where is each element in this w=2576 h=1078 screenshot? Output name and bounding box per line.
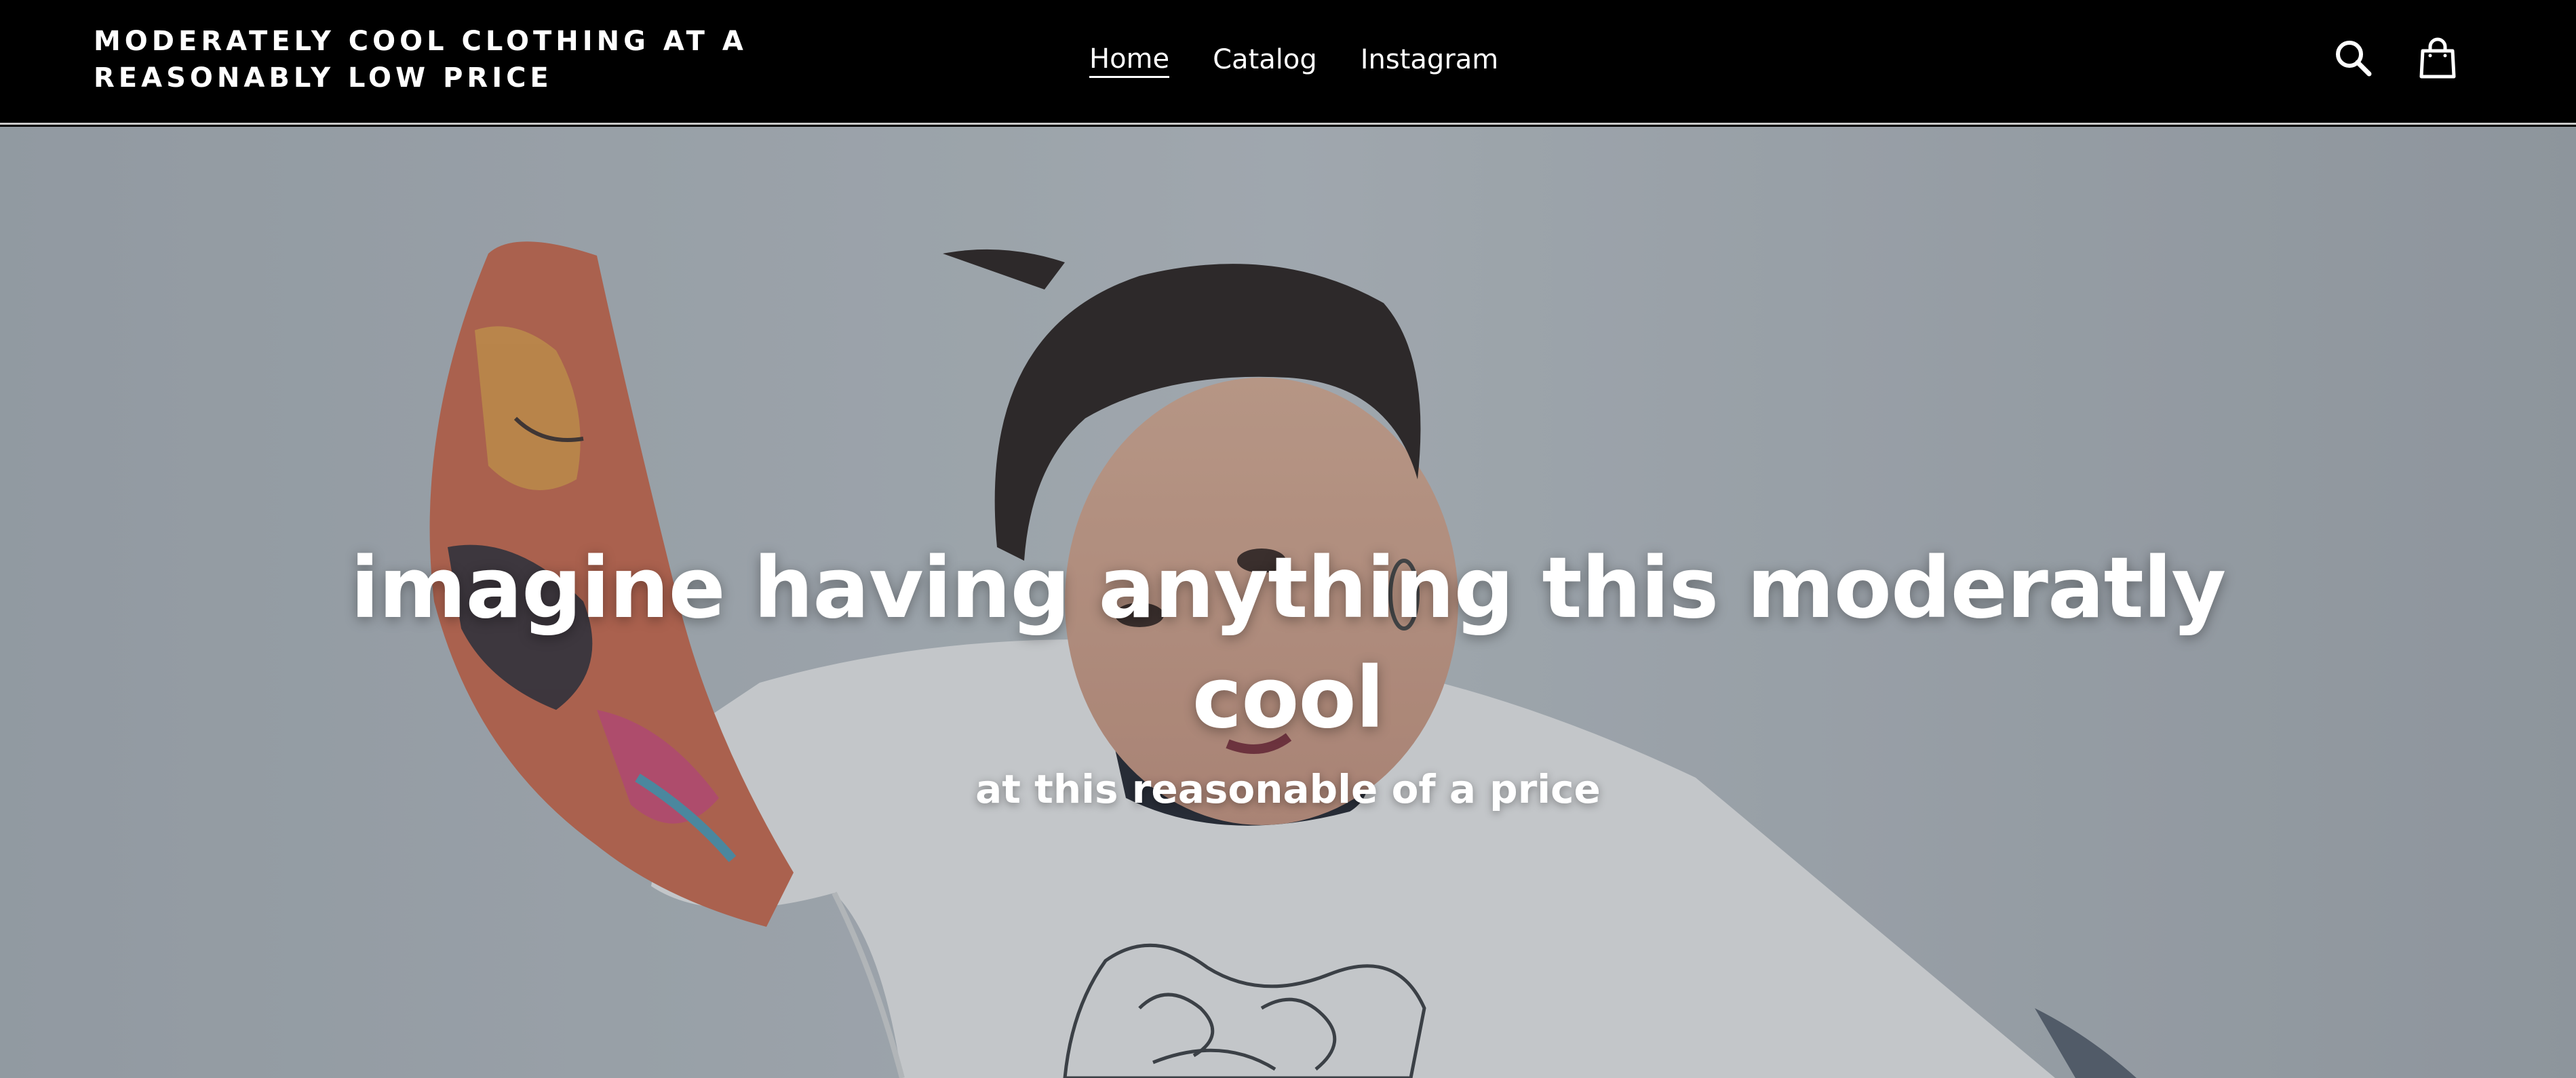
cart-button[interactable] [2415,35,2461,81]
search-icon [2336,41,2372,77]
header-icons [2330,35,2461,81]
main-nav: Home Catalog Instagram [1089,39,1498,80]
cart-icon [2419,37,2456,79]
nav-instagram-link[interactable]: Instagram [1361,43,1499,77]
hero-text: imagine having anything this moderatly c… [285,534,2291,813]
site-header: MODERATELY COOL CLOTHING AT A REASONABLY… [0,0,2576,125]
hero-title: imagine having anything this moderatly c… [350,540,2226,747]
hero-subtitle: at this reasonable of a price [975,766,1601,812]
store-logo-link[interactable]: MODERATELY COOL CLOTHING AT A REASONABLY… [94,23,772,96]
hero-banner: imagine having anything this moderatly c… [0,127,2576,1078]
nav-home-link[interactable]: Home [1089,42,1170,78]
nav-catalog-link[interactable]: Catalog [1213,43,1317,77]
search-button[interactable] [2330,35,2377,81]
